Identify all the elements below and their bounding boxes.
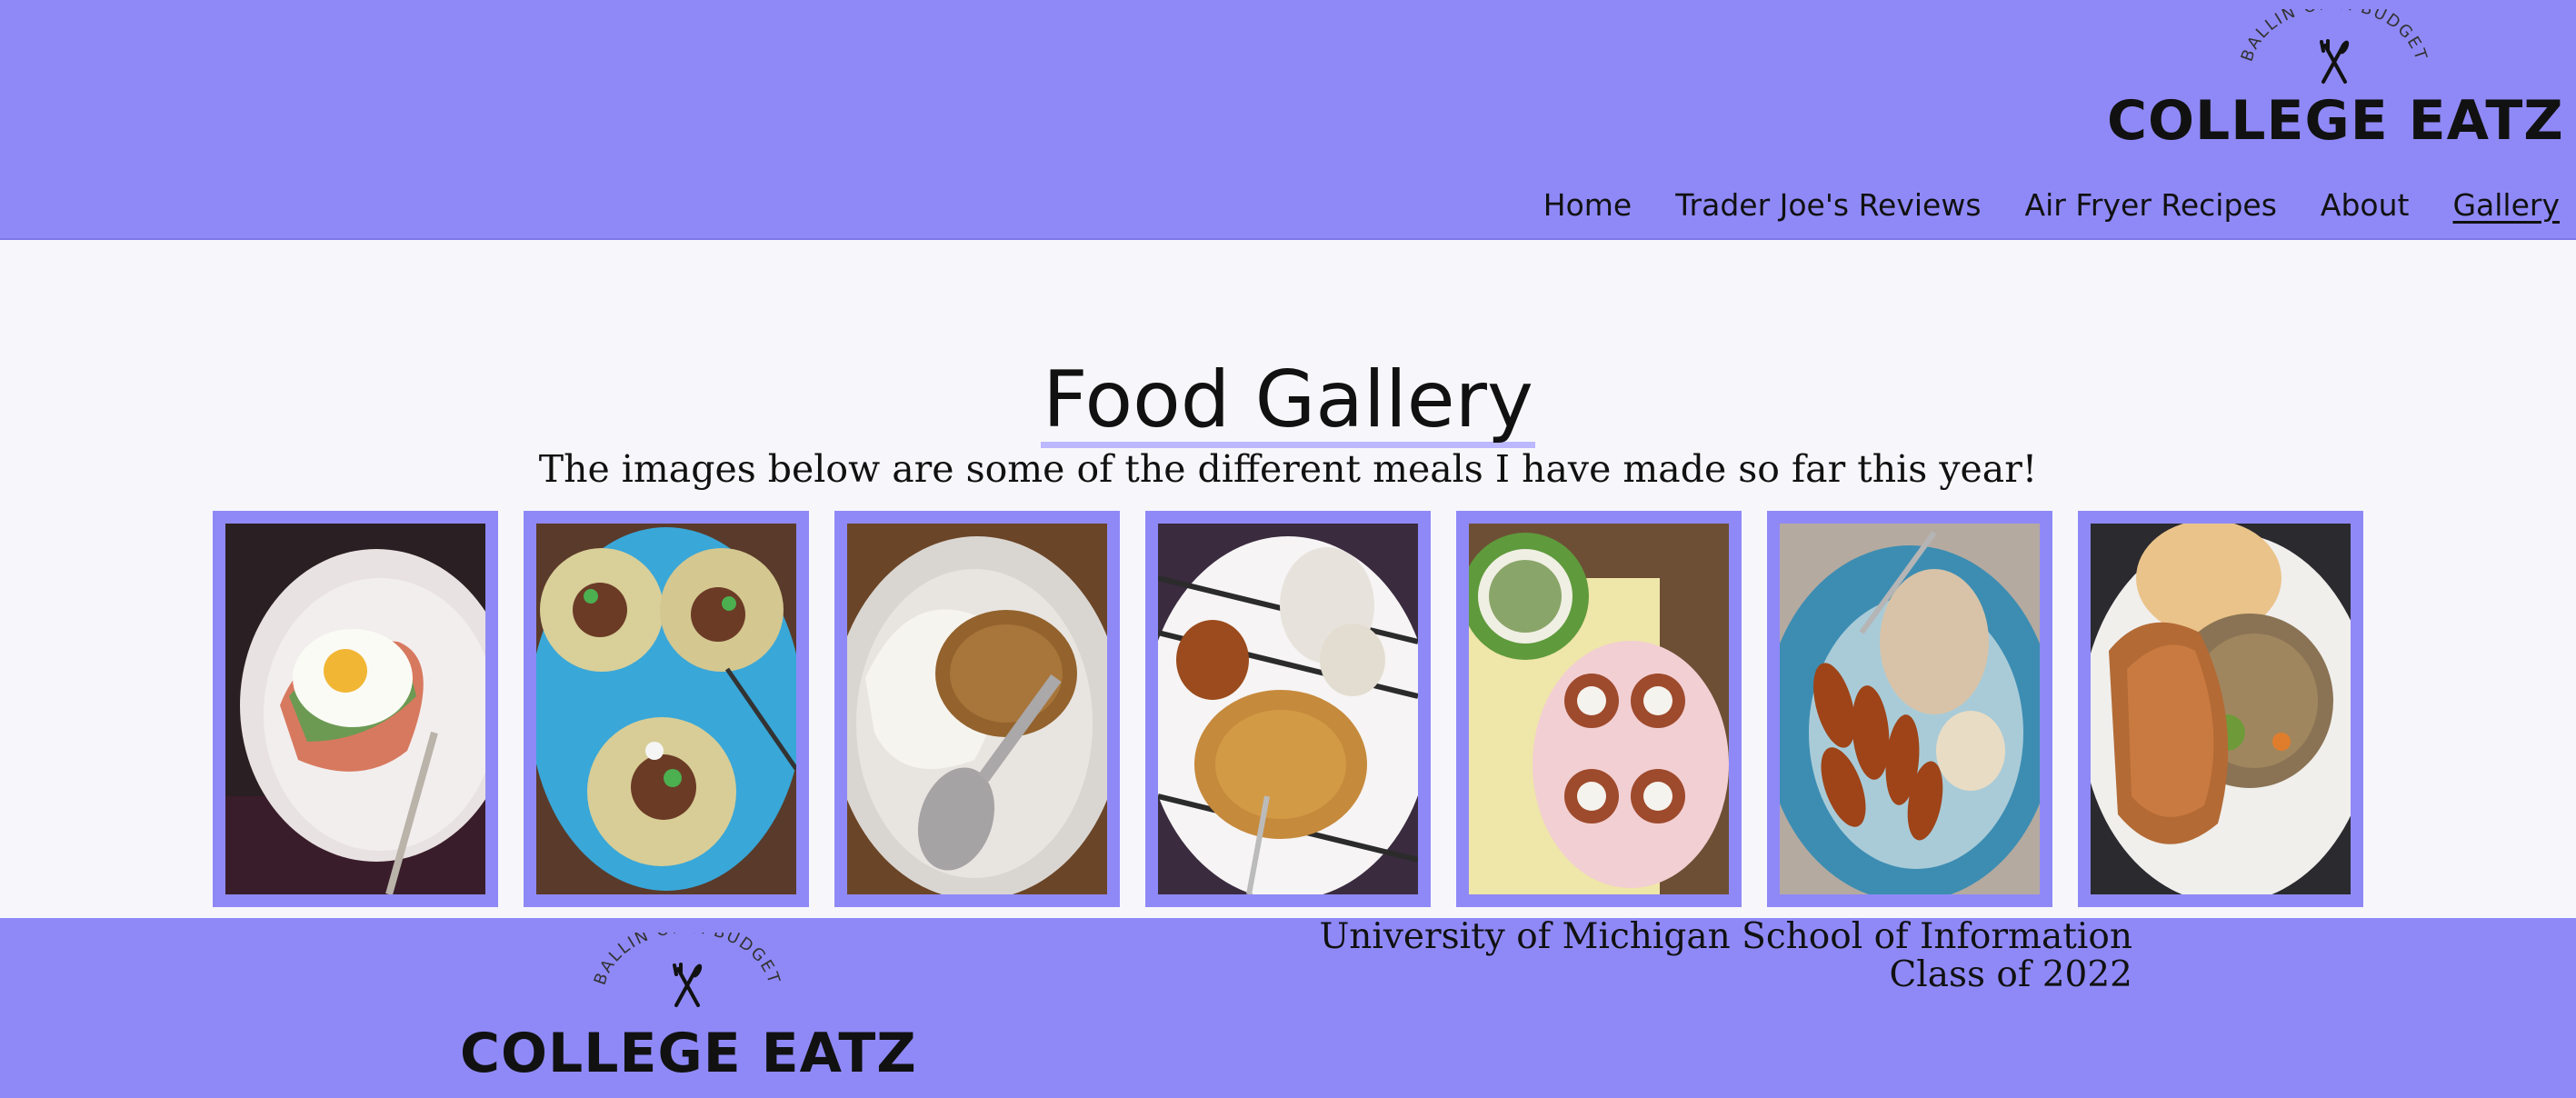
- brand-logo[interactable]: BALLIN ON A BUDGET COLLEGE EATZ: [2107, 9, 2564, 155]
- page-title: Food Gallery: [0, 353, 2576, 448]
- site-footer: BALLIN ON A BUDGET COLLEGE EATZ Universi…: [0, 918, 2576, 1098]
- main-nav: Home Trader Joe's Reviews Air Fryer Reci…: [1543, 182, 2560, 227]
- nav-trader-joes-reviews[interactable]: Trader Joe's Reviews: [1675, 187, 1981, 223]
- tacos-photo: [536, 524, 796, 894]
- page-subtitle: The images below are some of the differe…: [538, 447, 2038, 491]
- footer-school: University of Michigan School of Informa…: [1319, 916, 2132, 957]
- gallery-item[interactable]: [1145, 511, 1431, 907]
- nav-gallery[interactable]: Gallery: [2452, 187, 2560, 223]
- footer-brand-logo[interactable]: BALLIN ON A BUDGET COLLEGE EATZ: [460, 933, 917, 1087]
- nav-about[interactable]: About: [2321, 187, 2410, 223]
- salad-bruschetta-photo: [1469, 524, 1729, 894]
- nav-air-fryer-recipes[interactable]: Air Fryer Recipes: [2025, 187, 2277, 223]
- gallery-item[interactable]: [1456, 511, 1742, 907]
- footer-class-of: Class of 2022: [1889, 954, 2132, 995]
- fork-knife-icon: BALLIN ON A BUDGET: [2238, 9, 2431, 84]
- gallery-item[interactable]: [524, 511, 809, 907]
- fork-knife-icon: BALLIN ON A BUDGET: [591, 933, 784, 1007]
- chicken-tenders-photo: [1780, 524, 2040, 894]
- gallery-item[interactable]: [213, 511, 498, 907]
- gallery-item[interactable]: [2078, 511, 2363, 907]
- footer-brand-wordmark: COLLEGE EATZ: [460, 1022, 917, 1085]
- site-header: BALLIN ON A BUDGET COLLEGE EATZ Home Tra…: [0, 0, 2576, 240]
- noodles-dumplings-photo: [1158, 524, 1418, 894]
- gallery-item[interactable]: [834, 511, 1120, 907]
- footer-info: University of Michigan School of Informa…: [1319, 918, 2132, 994]
- nav-home[interactable]: Home: [1543, 187, 1632, 223]
- brand-wordmark: COLLEGE EATZ: [2107, 89, 2564, 153]
- svg-text:BALLIN ON A BUDGET: BALLIN ON A BUDGET: [591, 933, 784, 987]
- egg-toast-photo: [225, 524, 485, 894]
- salmon-rice-photo: [2091, 524, 2351, 894]
- food-gallery: [213, 511, 2363, 907]
- gallery-item[interactable]: [1767, 511, 2052, 907]
- svg-text:BALLIN ON A BUDGET: BALLIN ON A BUDGET: [2238, 9, 2431, 64]
- yogurt-granola-photo: [847, 524, 1107, 894]
